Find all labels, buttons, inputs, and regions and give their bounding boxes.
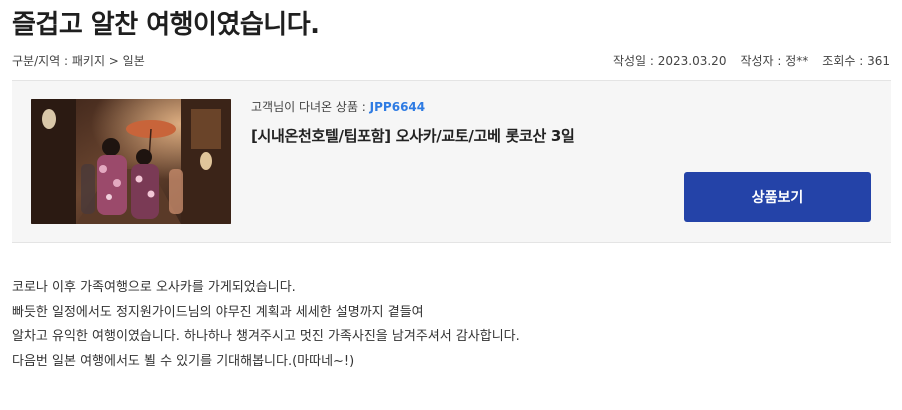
view-product-button[interactable]: 상품보기	[684, 172, 871, 222]
view-count: 조회수 : 361	[822, 53, 890, 68]
product-code: JPP6644	[369, 100, 426, 114]
post-date: 작성일 : 2023.03.20	[612, 53, 727, 68]
review-body: 코로나 이후 가족여행으로 오사카를 가게되었습니다. 빠듯한 일정에서도 정지…	[12, 276, 890, 374]
review-meta: 구분/지역 : 패키지 > 일본 작성일 : 2023.03.20 작성자 : …	[12, 51, 890, 69]
post-author: 작성자 : 정**	[740, 53, 809, 68]
product-code-label: 고객님이 다녀온 상품 :	[251, 100, 370, 114]
meta-info: 작성일 : 2023.03.20 작성자 : 정** 조회수 : 361	[599, 52, 890, 69]
review-line: 빠듯한 일정에서도 정지원가이드님의 야무진 계획과 세세한 설명까지 곁들여	[12, 304, 424, 320]
product-code-line: 고객님이 다녀온 상품 : JPP6644	[251, 98, 871, 115]
review-line: 다음번 일본 여행에서도 뵐 수 있기를 기대해봅니다.(마따네~!)	[12, 353, 355, 369]
product-image[interactable]	[31, 99, 231, 224]
product-name[interactable]: [시내온천호텔/팁포함] 오사카/교토/고베 롯코산 3일	[251, 125, 871, 146]
product-card: 고객님이 다녀온 상품 : JPP6644 [시내온천호텔/팁포함] 오사카/교…	[12, 80, 891, 243]
review-line: 코로나 이후 가족여행으로 오사카를 가게되었습니다.	[12, 280, 296, 295]
review-title: 즐겁고 알찬 여행이였습니다.	[12, 10, 320, 40]
kyoto-street-kimono-photo	[31, 99, 231, 224]
product-info: 고객님이 다녀온 상품 : JPP6644 [시내온천호텔/팁포함] 오사카/교…	[251, 98, 871, 146]
category-path: 구분/지역 : 패키지 > 일본	[12, 53, 145, 68]
review-line: 알차고 유익한 여행이였습니다. 하나하나 챙겨주시고 멋진 가족사진을 남겨주…	[12, 329, 520, 344]
